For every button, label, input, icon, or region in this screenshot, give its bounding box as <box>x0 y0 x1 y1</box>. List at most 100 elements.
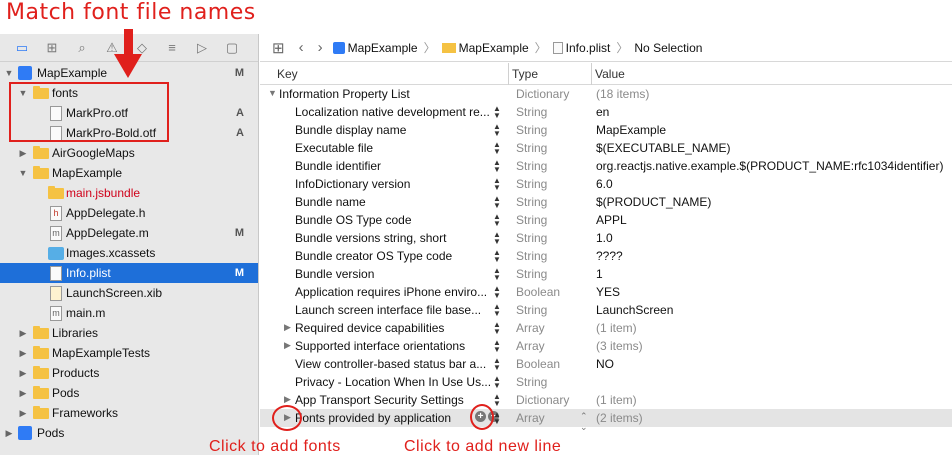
key-stepper-icon[interactable]: ▲ ▼ <box>493 123 501 138</box>
disclosure-open-icon[interactable]: ▼ <box>268 88 277 98</box>
key-stepper-icon[interactable]: ▲ ▼ <box>493 249 501 264</box>
tree-item-file[interactable]: main.jsbundle <box>0 183 258 203</box>
breadcrumb-project[interactable]: MapExample <box>332 41 418 55</box>
disclosure-closed-icon[interactable]: ▶ <box>4 428 14 439</box>
column-header-key[interactable]: Key <box>277 67 298 81</box>
key-stepper-icon[interactable]: ▲ ▼ <box>493 285 501 300</box>
plist-value[interactable]: NO <box>596 357 614 371</box>
plist-row[interactable]: Launch screen interface file base... ▲ ▼ … <box>260 301 952 319</box>
key-stepper-icon[interactable]: ▲ ▼ <box>493 213 501 228</box>
disclosure-closed-icon[interactable]: ▶ <box>18 348 28 359</box>
plist-row[interactable]: ▶ App Transport Security Settings ▲ ▼ Dic… <box>260 391 952 409</box>
hierarchy-icon[interactable]: ⊞ <box>42 39 62 57</box>
key-stepper-icon[interactable]: ▲ ▼ <box>493 105 501 120</box>
disclosure-closed-icon[interactable]: ▶ <box>284 394 291 405</box>
plist-value[interactable]: 1 <box>596 267 603 281</box>
column-header-type[interactable]: Type <box>512 67 538 81</box>
forward-icon[interactable]: › <box>314 39 327 56</box>
plist-row[interactable]: Bundle creator OS Type code ▲ ▼ String ??… <box>260 247 952 265</box>
plist-row[interactable]: ▶ Required device capabilities ▲ ▼ Array … <box>260 319 952 337</box>
plist-value[interactable]: $(EXECUTABLE_NAME) <box>596 141 730 155</box>
plist-row[interactable]: Application requires iPhone enviro... ▲ ▼… <box>260 283 952 301</box>
plist-value[interactable]: APPL <box>596 213 627 227</box>
report-icon[interactable]: ▢ <box>222 39 242 57</box>
debug-icon[interactable]: ≡ <box>162 39 182 57</box>
key-stepper-icon[interactable]: ▲ ▼ <box>493 141 501 156</box>
breadcrumb-file[interactable]: Info.plist <box>552 41 610 55</box>
tree-item-folder[interactable]: ▶ Libraries <box>0 323 258 343</box>
plist-row[interactable]: Executable file ▲ ▼ String $(EXECUTABLE_N… <box>260 139 952 157</box>
key-stepper-icon[interactable]: ▲ ▼ <box>493 393 501 408</box>
plist-value[interactable]: $(PRODUCT_NAME) <box>596 195 711 209</box>
scm-badge: M <box>234 267 244 279</box>
plist-row[interactable]: Bundle OS Type code ▲ ▼ String APPL <box>260 211 952 229</box>
plist-value[interactable]: org.reactjs.native.example.$(PRODUCT_NAM… <box>596 159 943 173</box>
plist-row-highlighted[interactable]: ▶ Fonts provided by application + − ▲ ▼ A… <box>260 409 952 432</box>
breadcrumb-selection[interactable]: No Selection <box>634 41 702 55</box>
plist-value[interactable]: MapExample <box>596 123 666 137</box>
tree-item-file[interactable]: m AppDelegate.m M <box>0 223 258 243</box>
search-icon[interactable]: ⌕ <box>72 39 92 57</box>
key-stepper-icon[interactable]: ▲ ▼ <box>493 195 501 210</box>
key-stepper-icon[interactable]: ▲ ▼ <box>493 357 501 372</box>
plist-row[interactable]: Privacy - Location When In Use Us... ▲ ▼ … <box>260 373 952 391</box>
column-divider[interactable] <box>591 63 592 85</box>
breadcrumb-group[interactable]: MapExample <box>441 41 529 55</box>
tree-item-folder[interactable]: ▶ Pods <box>0 383 258 403</box>
key-stepper-icon[interactable]: ▲ ▼ <box>493 267 501 282</box>
plist-value[interactable]: 6.0 <box>596 177 613 191</box>
plist-row[interactable]: InfoDictionary version ▲ ▼ String 6.0 <box>260 175 952 193</box>
tree-item-file[interactable]: h AppDelegate.h <box>0 203 258 223</box>
breakpoint-icon[interactable]: ▷ <box>192 39 212 57</box>
key-stepper-icon[interactable]: ▲ ▼ <box>493 231 501 246</box>
plist-key: Bundle versions string, short <box>295 231 447 245</box>
column-header-value[interactable]: Value <box>595 67 625 81</box>
key-stepper-icon[interactable]: ▲ ▼ <box>493 339 501 354</box>
type-popup-icon[interactable]: ⌃ ⌄ <box>580 411 588 433</box>
plist-row[interactable]: Bundle identifier ▲ ▼ String org.reactjs.… <box>260 157 952 175</box>
plist-type: String <box>516 141 548 155</box>
key-stepper-icon[interactable]: ▲ ▼ <box>493 375 501 390</box>
plist-value[interactable]: YES <box>596 285 620 299</box>
plist-value[interactable]: ???? <box>596 249 623 263</box>
plist-row[interactable]: ▼ Information Property List Dictionary (… <box>260 85 952 103</box>
key-stepper-icon[interactable]: ▲ ▼ <box>493 321 501 336</box>
tree-item-label: Pods <box>52 386 80 400</box>
tree-item-file[interactable]: m main.m <box>0 303 258 323</box>
tree-item-folder[interactable]: ▶ AirGoogleMaps <box>0 143 258 163</box>
back-icon[interactable]: ‹ <box>295 39 308 56</box>
tree-item-folder[interactable]: ▶ Frameworks <box>0 403 258 423</box>
tree-item-folder[interactable]: ▼ MapExample <box>0 163 258 183</box>
column-divider[interactable] <box>508 63 509 85</box>
tree-item-folder[interactable]: ▶ Products <box>0 363 258 383</box>
tree-item-file[interactable]: Images.xcassets <box>0 243 258 263</box>
key-stepper-icon[interactable]: ▲ ▼ <box>493 177 501 192</box>
key-stepper-icon[interactable]: ▲ ▼ <box>493 303 501 318</box>
folder-icon[interactable]: ▭ <box>12 39 32 57</box>
tree-item-folder[interactable]: ▶ MapExampleTests <box>0 343 258 363</box>
disclosure-closed-icon[interactable]: ▶ <box>18 148 28 159</box>
disclosure-closed-icon[interactable]: ▶ <box>18 388 28 399</box>
plist-row[interactable]: Bundle display name ▲ ▼ String MapExample <box>260 121 952 139</box>
plist-row[interactable]: View controller-based status bar a... ▲ ▼… <box>260 355 952 373</box>
disclosure-closed-icon[interactable]: ▶ <box>284 340 291 351</box>
plist-row[interactable]: Bundle version ▲ ▼ String 1 <box>260 265 952 283</box>
disclosure-open-icon[interactable]: ▼ <box>4 68 14 78</box>
disclosure-closed-icon[interactable]: ▶ <box>18 328 28 339</box>
plist-row[interactable]: Localization native development re... ▲ ▼… <box>260 103 952 121</box>
disclosure-closed-icon[interactable]: ▶ <box>284 322 291 333</box>
disclosure-closed-icon[interactable]: ▶ <box>18 368 28 379</box>
tree-item-file[interactable]: LaunchScreen.xib <box>0 283 258 303</box>
plist-value[interactable]: en <box>596 105 609 119</box>
disclosure-closed-icon[interactable]: ▶ <box>18 408 28 419</box>
plist-value[interactable]: LaunchScreen <box>596 303 673 317</box>
key-stepper-icon[interactable]: ▲ ▼ <box>493 411 501 426</box>
grid-icon[interactable]: ⊞ <box>268 39 289 57</box>
tree-item-file-selected[interactable]: Info.plist M <box>0 263 258 283</box>
disclosure-open-icon[interactable]: ▼ <box>18 168 28 178</box>
key-stepper-icon[interactable]: ▲ ▼ <box>493 159 501 174</box>
plist-row[interactable]: Bundle versions string, short ▲ ▼ String … <box>260 229 952 247</box>
plist-value[interactable]: 1.0 <box>596 231 613 245</box>
plist-row[interactable]: ▶ Supported interface orientations ▲ ▼ Ar… <box>260 337 952 355</box>
plist-row[interactable]: Bundle name ▲ ▼ String $(PRODUCT_NAME) <box>260 193 952 211</box>
